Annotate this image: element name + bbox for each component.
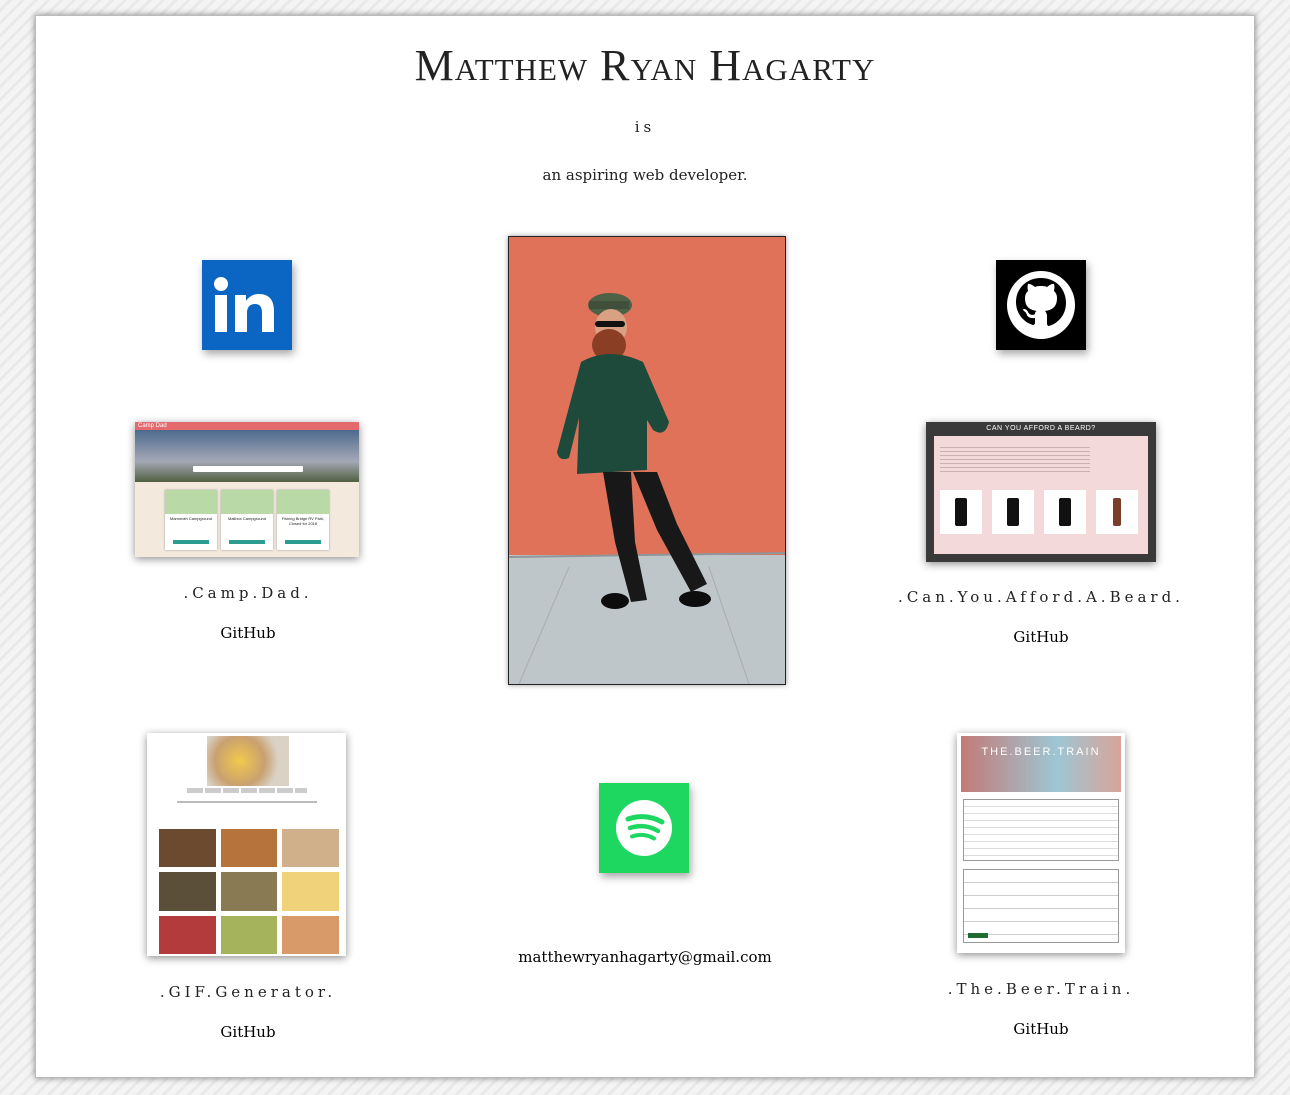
main-card: Matthew Ryan Hagarty is an aspiring web … (35, 15, 1255, 1078)
beer-train-form (963, 869, 1119, 943)
camp-dad-titlebar: Camp Dad (135, 422, 359, 430)
beer-train-schedule (963, 799, 1119, 861)
github-icon (1007, 271, 1075, 339)
project-title-camp-dad: .Camp.Dad. (183, 584, 313, 602)
camp-dad-hero (135, 430, 359, 482)
beard-thumb-body (934, 436, 1148, 554)
project-thumbnail-camp-dad[interactable]: Camp Dad Mammoth Campground Mailbox Camp… (135, 422, 359, 557)
tagline: an aspiring web developer. (542, 166, 748, 184)
profile-photo-illustration (509, 237, 785, 684)
project-github-link-beard[interactable]: GitHub (991, 628, 1091, 646)
camp-dad-result-card: Mammoth Campground (165, 490, 217, 550)
camp-dad-result-card: Mailbox Campground (221, 490, 273, 550)
github-link[interactable] (996, 260, 1086, 350)
project-title-beer-train: .The.Beer.Train. (947, 980, 1135, 998)
linkedin-icon (214, 277, 274, 332)
page-title: Matthew Ryan Hagarty (414, 41, 876, 90)
project-github-link-beer-train[interactable]: GitHub (991, 1020, 1091, 1038)
gif-thumb-grid (159, 829, 339, 954)
project-thumbnail-beard[interactable]: CAN YOU AFFORD A BEARD? (926, 422, 1156, 562)
camp-dad-results: Mammoth Campground Mailbox Campground Fi… (135, 482, 359, 557)
project-title-beard: .Can.You.Afford.A.Beard. (898, 588, 1184, 606)
gif-thumb-hero (207, 736, 289, 786)
project-github-link-gif-generator[interactable]: GitHub (198, 1023, 298, 1041)
camp-dad-search-input[interactable] (193, 466, 303, 472)
beard-thumb-title: CAN YOU AFFORD A BEARD? (986, 425, 1096, 432)
project-title-gif-generator: .GIF.Generator. (159, 983, 337, 1001)
spotify-icon (616, 800, 672, 856)
beer-train-hero: THE.BEER.TRAIN (961, 736, 1121, 792)
project-thumbnail-beer-train[interactable]: THE.BEER.TRAIN (957, 733, 1125, 953)
email-link[interactable]: matthewryanhagarty@gmail.com (36, 948, 1254, 966)
spotify-link[interactable] (599, 783, 689, 873)
project-thumbnail-gif-generator[interactable] (147, 733, 346, 956)
subtitle-is: is (634, 118, 656, 136)
linkedin-link[interactable] (202, 260, 292, 350)
project-github-link-camp-dad[interactable]: GitHub (198, 624, 298, 642)
camp-dad-result-card: Fishing Bridge RV Park, Closed for 2018 (277, 490, 329, 550)
profile-photo (508, 236, 786, 685)
